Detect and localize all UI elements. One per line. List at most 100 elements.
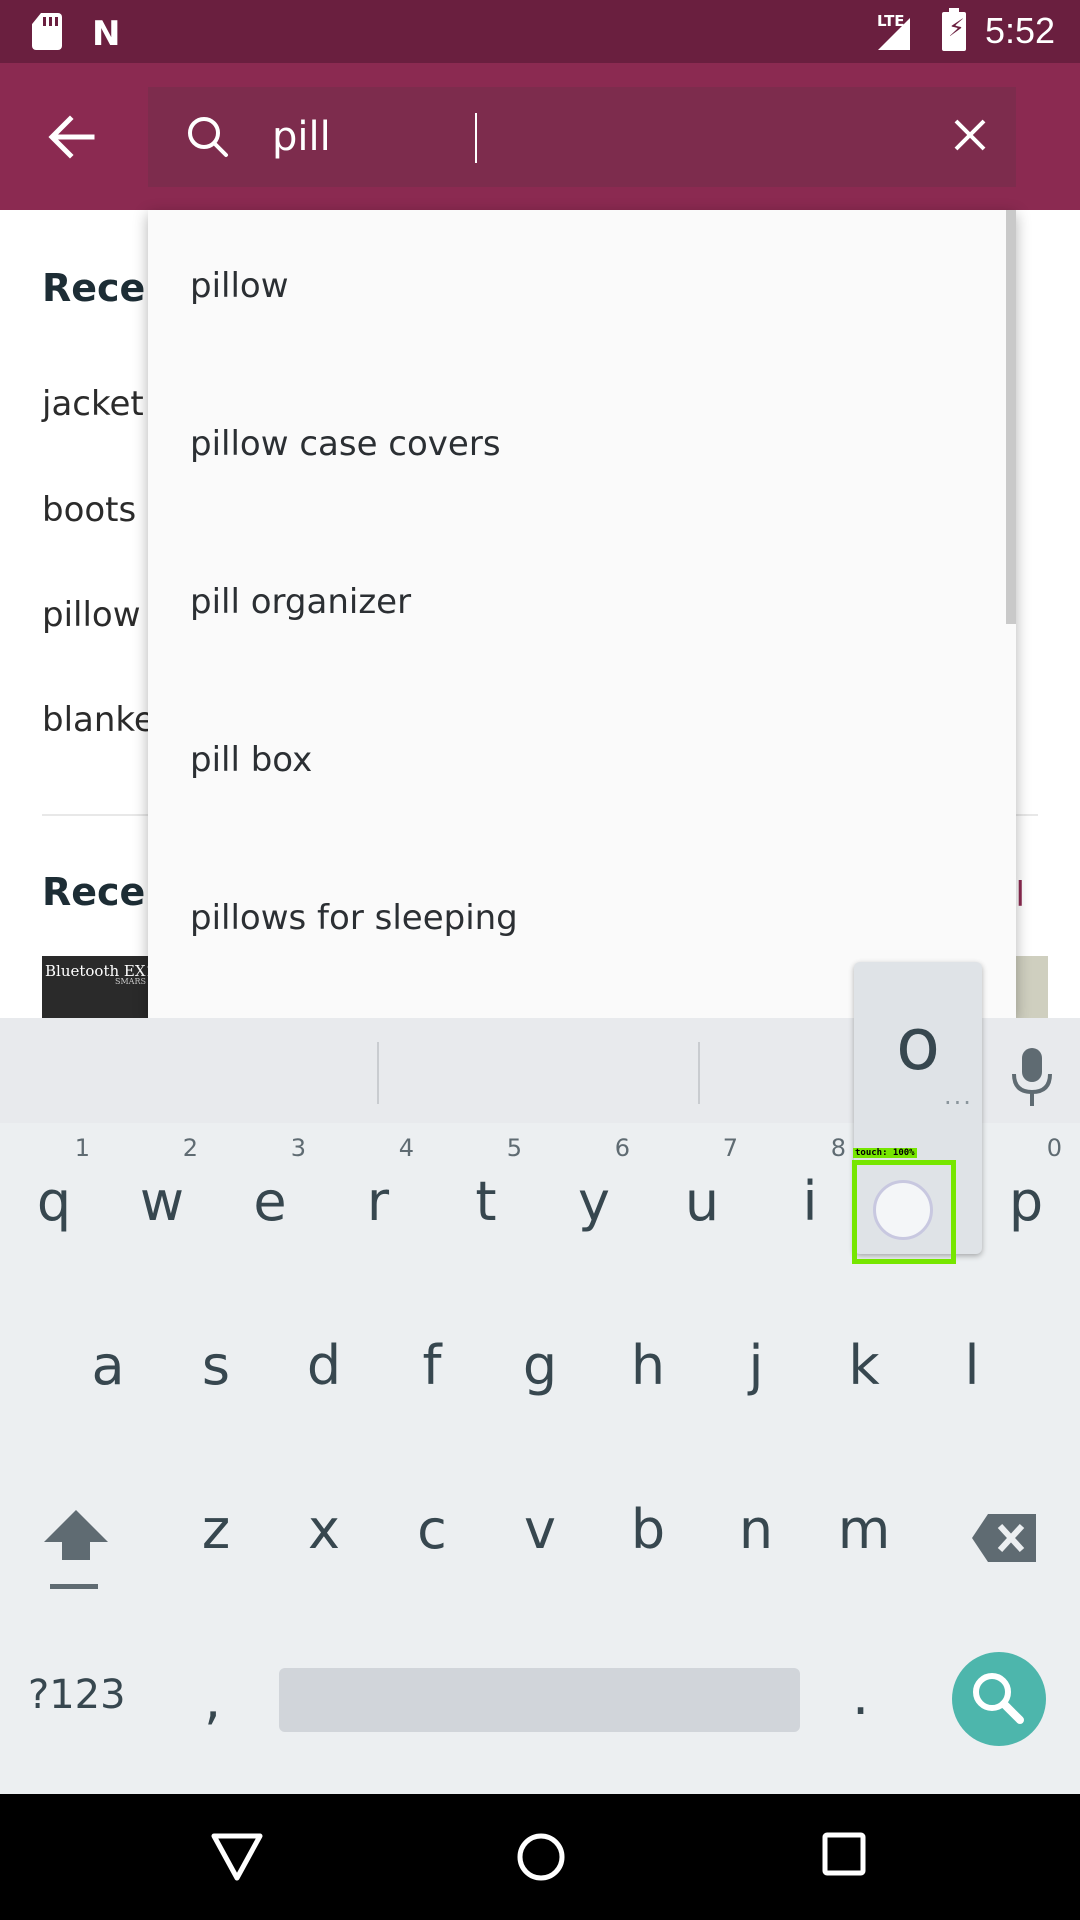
key-hint: 5 <box>506 1134 522 1162</box>
key-label: y <box>578 1170 610 1233</box>
suggestion-item[interactable]: pillow case covers <box>148 368 1016 526</box>
key-i[interactable]: 8i <box>756 1126 864 1256</box>
key-label: s <box>201 1334 231 1397</box>
key-hint: 7 <box>722 1134 738 1162</box>
clock: 5:52 <box>985 10 1056 51</box>
strip-divider <box>377 1042 379 1104</box>
space-bar[interactable] <box>279 1668 800 1732</box>
nav-home-circle-icon[interactable] <box>516 1832 566 1882</box>
recent-search-item[interactable]: jacket <box>42 384 144 424</box>
search-app-bar <box>0 63 1080 210</box>
search-suggestions-list: pillow pillow case covers pill organizer… <box>148 210 1016 1018</box>
key-hint: 2 <box>182 1134 198 1162</box>
key-x[interactable]: x <box>270 1454 378 1584</box>
suggestion-item[interactable]: pillow <box>148 210 1016 368</box>
n-notification-icon: N <box>92 14 121 54</box>
suggestion-item[interactable]: pill box <box>148 684 1016 842</box>
suggestion-label: pillow case covers <box>190 424 501 464</box>
key-label: b <box>630 1498 666 1561</box>
key-u[interactable]: 7u <box>648 1126 756 1256</box>
key-y[interactable]: 6y <box>540 1126 648 1256</box>
key-label: v <box>524 1498 556 1561</box>
key-label: t <box>475 1170 497 1233</box>
search-icon <box>973 1673 1024 1724</box>
key-label: p <box>1008 1170 1044 1233</box>
key-hint: 4 <box>398 1134 414 1162</box>
search-action-key[interactable] <box>952 1652 1046 1746</box>
key-l[interactable]: l <box>918 1290 1026 1420</box>
key-label: q <box>36 1170 72 1233</box>
key-label: i <box>802 1170 818 1233</box>
signal-icon <box>878 18 910 50</box>
key-label: a <box>91 1334 125 1397</box>
back-button[interactable] <box>40 105 104 169</box>
touch-highlight-box <box>852 1160 956 1264</box>
suggestion-label: pill box <box>190 740 313 780</box>
key-j[interactable]: j <box>702 1290 810 1420</box>
key-z[interactable]: z <box>162 1454 270 1584</box>
key-n[interactable]: n <box>702 1454 810 1584</box>
key-label: n <box>738 1498 774 1561</box>
key-c[interactable]: c <box>378 1454 486 1584</box>
recent-search-item[interactable]: pillow <box>42 595 141 635</box>
scrollbar[interactable] <box>1006 210 1016 624</box>
microphone-icon[interactable] <box>1008 1046 1056 1108</box>
search-input[interactable] <box>272 105 832 169</box>
key-r[interactable]: 4r <box>324 1126 432 1256</box>
arrow-left-icon <box>48 115 95 159</box>
key-hint: 3 <box>290 1134 306 1162</box>
key-k[interactable]: k <box>810 1290 918 1420</box>
key-label: h <box>630 1334 666 1397</box>
key-hint: 0 <box>1046 1134 1062 1162</box>
suggestion-label: pillows for sleeping <box>190 898 518 938</box>
key-label: w <box>139 1170 185 1233</box>
key-g[interactable]: g <box>486 1290 594 1420</box>
key-f[interactable]: f <box>378 1290 486 1420</box>
popup-key-label: o <box>895 1002 941 1086</box>
recent-search-item[interactable]: blanke <box>42 700 155 740</box>
product-thumbnail[interactable] <box>1012 956 1048 1018</box>
status-bar: N LTE ⚡ 5:52 <box>0 0 1080 63</box>
key-label: m <box>837 1498 891 1561</box>
backspace-key[interactable] <box>970 1508 1040 1568</box>
text-cursor <box>475 113 477 163</box>
key-a[interactable]: a <box>54 1290 162 1420</box>
key-q[interactable]: 1q <box>0 1126 108 1256</box>
period-key[interactable]: . <box>852 1664 869 1727</box>
product-thumbnail[interactable]: Bluetooth EX1 SMARS <box>42 956 148 1018</box>
key-t[interactable]: 5t <box>432 1126 540 1256</box>
shift-key[interactable] <box>38 1508 118 1608</box>
touch-label: touch: 100% <box>853 1148 917 1158</box>
search-box <box>148 87 1016 187</box>
key-s[interactable]: s <box>162 1290 270 1420</box>
key-v[interactable]: v <box>486 1454 594 1584</box>
nav-back-triangle-icon[interactable] <box>210 1832 264 1882</box>
recently-viewed-title: Recer <box>42 870 165 914</box>
key-label: k <box>848 1334 880 1397</box>
key-b[interactable]: b <box>594 1454 702 1584</box>
key-label: f <box>422 1334 442 1397</box>
key-p[interactable]: 0p <box>972 1126 1080 1256</box>
nav-recents-square-icon[interactable] <box>822 1832 866 1876</box>
suggestion-item[interactable]: pill organizer <box>148 526 1016 684</box>
suggestion-label: pill organizer <box>190 582 412 622</box>
magnifier-icon <box>188 117 228 157</box>
battery-charging-icon: ⚡ <box>942 8 966 51</box>
key-label: l <box>964 1334 980 1397</box>
key-m[interactable]: m <box>810 1454 918 1584</box>
backspace-icon <box>972 1514 1036 1562</box>
key-label: x <box>308 1498 340 1561</box>
key-label: r <box>366 1170 390 1233</box>
key-e[interactable]: 3e <box>216 1126 324 1256</box>
key-hint: 6 <box>614 1134 630 1162</box>
close-icon[interactable] <box>944 109 996 161</box>
key-d[interactable]: d <box>270 1290 378 1420</box>
key-h[interactable]: h <box>594 1290 702 1420</box>
thumbnail-subtext: SMARS <box>115 977 146 986</box>
key-label: j <box>748 1334 764 1397</box>
key-w[interactable]: 2w <box>108 1126 216 1256</box>
symbols-key[interactable]: ?123 <box>28 1672 126 1718</box>
comma-key[interactable]: , <box>204 1668 221 1731</box>
sd-card-icon <box>32 13 62 50</box>
recent-search-item[interactable]: boots <box>42 490 136 530</box>
